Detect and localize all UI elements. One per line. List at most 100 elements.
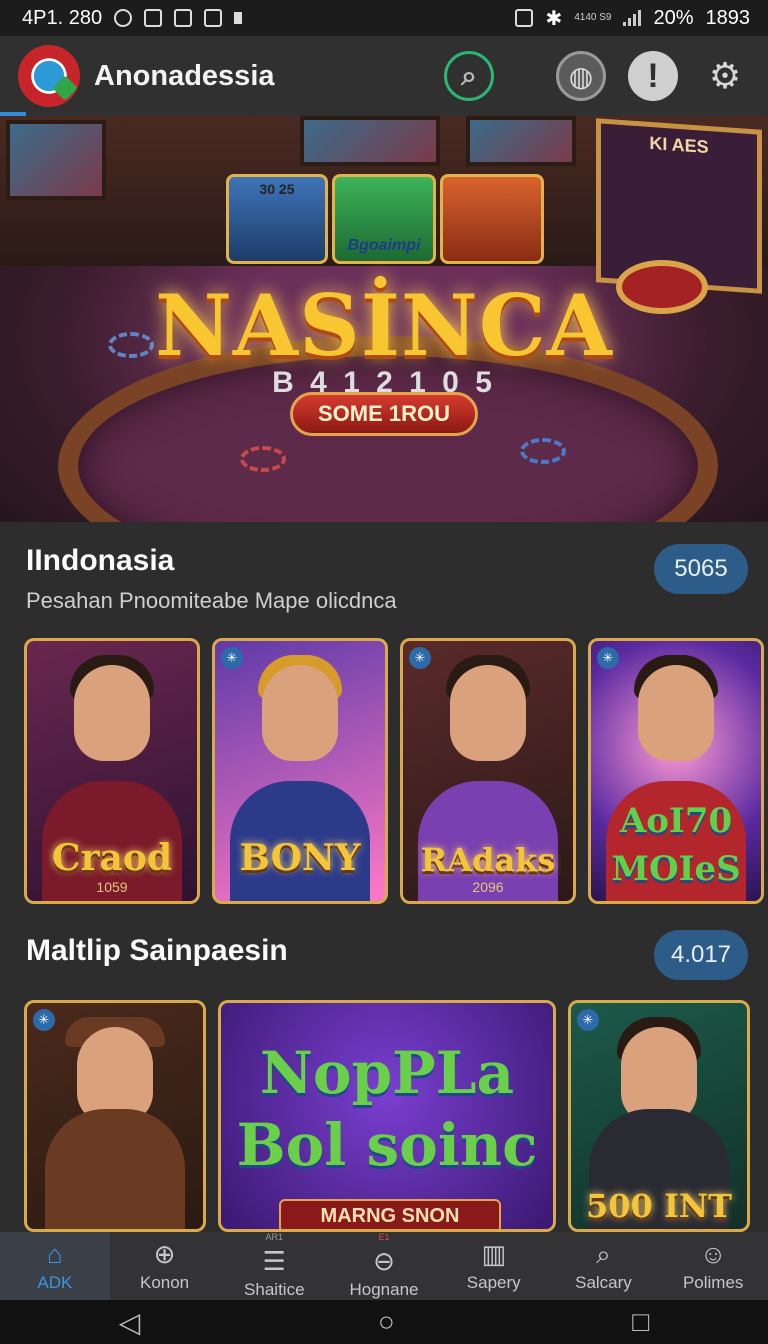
nav-badge: AR1 <box>265 1231 284 1242</box>
status-time-left: 4P1. 280 <box>22 6 103 29</box>
nav-label: Polimes <box>682 1273 744 1292</box>
slot-machine-title: KI AES <box>649 132 709 158</box>
section-title: Maltlip Sainpaesin <box>26 934 288 967</box>
star-icon: ✳ <box>409 647 431 669</box>
poker-chip <box>240 446 286 472</box>
hero-mini-card <box>440 174 544 264</box>
bars-icon: ▥ <box>481 1239 507 1269</box>
compass-icon: ⊕ <box>153 1239 176 1269</box>
minus-circle-icon: ⊖ <box>373 1245 395 1276</box>
app-logo[interactable] <box>18 45 80 107</box>
hero-tv-screen <box>6 120 106 200</box>
game-card-ribbon: MARNG SNON <box>279 1199 501 1229</box>
nav-item-adk[interactable]: ⌂ ADK <box>0 1232 110 1300</box>
character-suit <box>45 1109 185 1229</box>
alert-icon: ! <box>647 56 659 95</box>
hero-mini-card: 30 25 <box>226 174 328 264</box>
search-button[interactable]: ⌕ <box>444 51 494 101</box>
settings-button[interactable]: ⚙ <box>700 51 750 101</box>
list-icon: ☰ <box>262 1245 286 1276</box>
mini-card-text: 30 25 <box>259 181 295 197</box>
game-card[interactable]: ✳ BONY <box>212 638 388 904</box>
count-badge[interactable]: 5065 <box>654 544 748 594</box>
nav-label: Konon <box>139 1273 190 1292</box>
game-card[interactable]: NopPLa Bol soinc MARNG SNON <box>218 1000 556 1232</box>
nav-label: Shaitice <box>244 1279 305 1299</box>
clock-icon <box>114 9 133 27</box>
nav-item-konon[interactable]: ⊕ Konon <box>110 1232 220 1300</box>
home-circle-icon[interactable]: ○ <box>378 1306 395 1338</box>
nav-item-shaitice[interactable]: AR1 ☰ Shaitice <box>219 1232 329 1300</box>
hero-logo-text: NASİNCA <box>155 276 613 375</box>
app-bar: Anonadessia ⌕ ◍ ! ⚙ <box>0 36 768 116</box>
star-icon: ✳ <box>33 1009 55 1031</box>
alert-button[interactable]: ! <box>628 51 678 101</box>
game-card-title: AoI70 MOIeS <box>611 801 741 889</box>
logo-handle <box>52 75 78 101</box>
hero-play-button[interactable]: SOME 1ROU <box>290 392 478 436</box>
game-card[interactable]: ✳ RAdaks 2096 <box>400 638 576 904</box>
app-icon <box>204 9 223 27</box>
nav-item-sapery[interactable]: ▥ Sapery <box>439 1232 549 1300</box>
app-title: Anonadessia <box>94 59 275 92</box>
game-card-subtitle: 1059 <box>96 879 128 895</box>
star-icon: ✳ <box>577 1009 599 1031</box>
nav-item-polimes[interactable]: ☺ Polimes <box>658 1232 768 1300</box>
game-card[interactable]: ✳ <box>24 1000 206 1232</box>
game-card[interactable]: ✳ AoI70 MOIeS <box>588 638 764 904</box>
character-face <box>262 665 338 761</box>
back-icon[interactable]: ◁ <box>119 1306 141 1339</box>
nav-badge: E1 <box>378 1231 390 1242</box>
nav-label: Salcary <box>575 1273 632 1292</box>
nav-label: Sapery <box>466 1273 521 1292</box>
character-face <box>450 665 526 761</box>
search-icon: ⌕ <box>596 1239 611 1269</box>
hero-banner[interactable]: KI AES 30 25 Bgoaimpi NASİNCA B 4 1 2 1 … <box>0 116 768 522</box>
character-face <box>74 665 150 761</box>
count-badge[interactable]: 4.017 <box>654 930 748 980</box>
game-row: Craod 1059 ✳ BONY ✳ RAdaks 2096 ✳ AoI70 … <box>24 638 764 904</box>
person-icon: ☺ <box>699 1239 727 1269</box>
star-icon: ✳ <box>597 647 619 669</box>
game-card[interactable]: ✳ 500 INT <box>568 1000 750 1232</box>
hero-tv-screen <box>466 116 576 166</box>
app-bar-actions: ⌕ ◍ ! ⚙ <box>444 51 750 101</box>
bottom-navigation: ⌂ ADK ⊕ Konon AR1 ☰ Shaitice E1 ⊖ Hognan… <box>0 1232 768 1300</box>
bluetooth-icon: ✱ <box>545 7 563 30</box>
hero-tv-screen <box>300 116 440 166</box>
game-card-title: BONY <box>239 837 361 879</box>
nav-item-salcary[interactable]: ⌕ Salcary <box>549 1232 659 1300</box>
status-bar: 4P1. 280 ✱ 4140 S9 20% 1893 <box>0 0 768 36</box>
notification-icon <box>144 9 163 27</box>
game-card-title: 500 INT <box>586 1187 732 1225</box>
search-icon: ⌕ <box>461 59 477 91</box>
character-face <box>638 665 714 761</box>
mini-card-text: Bgoaimpi <box>347 237 421 254</box>
star-icon: ✳ <box>221 647 243 669</box>
home-icon: ⌂ <box>47 1239 63 1269</box>
poker-chip <box>520 438 566 464</box>
section-subtitle: Pesahan Pnoomiteabe Mape olicdnca <box>26 588 397 613</box>
game-card-title: NopPLa Bol soinc <box>236 1039 538 1179</box>
status-time-right: 1893 <box>705 6 751 29</box>
globe-icon: ◍ <box>568 60 594 92</box>
game-card-title: RAdaks <box>420 841 556 879</box>
network-speed: 4140 S9 <box>574 12 612 23</box>
game-card-subtitle: 2096 <box>472 879 504 895</box>
lock-icon <box>174 9 193 27</box>
battery-percent: 20% <box>653 6 694 29</box>
camera-icon <box>515 9 534 27</box>
gear-icon: ⚙ <box>708 55 742 96</box>
section-title: IIndonasia <box>26 544 175 577</box>
game-card-title: Craod <box>51 837 173 879</box>
system-navigation-bar: ◁ ○ □ <box>0 1300 768 1344</box>
dot-icon <box>234 12 243 24</box>
game-card[interactable]: Craod 1059 <box>24 638 200 904</box>
status-left: 4P1. 280 <box>22 6 243 30</box>
globe-button[interactable]: ◍ <box>556 51 606 101</box>
nav-label: ADK <box>37 1273 73 1292</box>
nav-item-hognane[interactable]: E1 ⊖ Hognane <box>329 1232 439 1300</box>
recents-icon[interactable]: □ <box>632 1306 649 1338</box>
signal-icon <box>623 10 642 26</box>
status-right: ✱ 4140 S9 20% 1893 <box>515 6 750 31</box>
